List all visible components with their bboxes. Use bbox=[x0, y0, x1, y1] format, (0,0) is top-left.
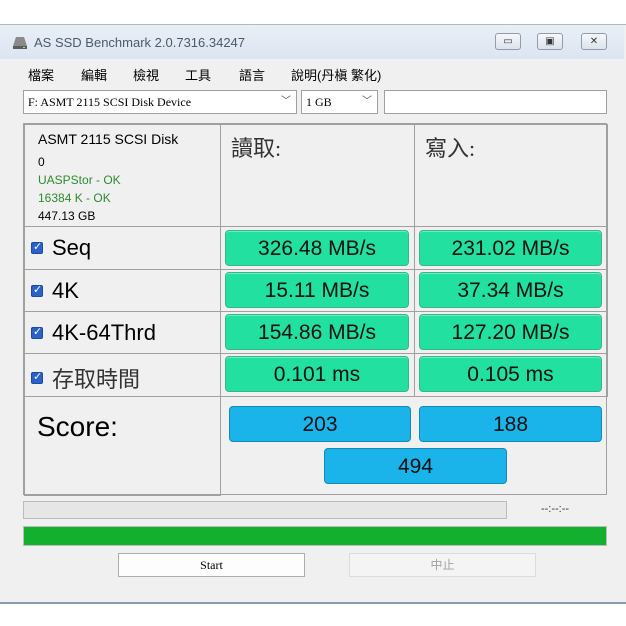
capacity-text: 447.13 GB bbox=[38, 209, 96, 223]
row-4k-label[interactable]: 4K bbox=[31, 278, 79, 304]
score-read: 203 bbox=[229, 406, 411, 442]
row-access-read-cell: 0.101 ms bbox=[220, 353, 415, 397]
menu-help[interactable]: 說明(丹槇 繁化) bbox=[291, 65, 381, 84]
menu-view[interactable]: 檢視 bbox=[133, 65, 159, 84]
seq-write-value: 231.02 MB/s bbox=[419, 230, 602, 266]
4k-read-value: 15.11 MB/s bbox=[225, 272, 409, 308]
menu-language[interactable]: 語言 bbox=[239, 65, 265, 84]
row-4k-label-cell[interactable]: 4K bbox=[24, 269, 221, 312]
checkbox-4k64[interactable] bbox=[31, 325, 43, 339]
close-button[interactable]: ✕ bbox=[581, 33, 607, 50]
alignment-status: 16384 K - OK bbox=[38, 191, 111, 205]
elapsed-time: --:--:-- bbox=[540, 503, 570, 515]
stop-button[interactable]: 中止 bbox=[349, 553, 536, 577]
small-progress-bar bbox=[23, 501, 507, 519]
device-name: ASMT 2115 SCSI Disk bbox=[38, 131, 179, 147]
checkbox-access[interactable] bbox=[31, 370, 43, 384]
row-label-text: 4K bbox=[52, 278, 79, 303]
chevron-down-icon: ﹀ bbox=[281, 96, 291, 107]
write-header: 寫入: bbox=[425, 136, 476, 161]
window-title: AS SSD Benchmark 2.0.7316.34247 bbox=[34, 35, 246, 50]
size-select-value: 1 GB bbox=[306, 95, 332, 109]
row-4k64-read-cell: 154.86 MB/s bbox=[220, 311, 415, 354]
seq-read-value: 326.48 MB/s bbox=[225, 230, 409, 266]
row-access-label-cell[interactable]: 存取時間 bbox=[24, 353, 221, 397]
score-write: 188 bbox=[419, 406, 602, 442]
row-label-text: 4K-64Thrd bbox=[52, 320, 156, 345]
row-4k-write-cell: 37.34 MB/s bbox=[414, 269, 608, 312]
minimize-button[interactable]: ▭ bbox=[495, 33, 521, 50]
drive-select[interactable]: F: ASMT 2115 SCSI Disk Device ﹀ bbox=[23, 90, 297, 114]
main-progress-bar bbox=[23, 526, 607, 546]
row-label-text: 存取時間 bbox=[52, 368, 141, 393]
device-info-cell: ASMT 2115 SCSI Disk 0 UASPStor - OK 1638… bbox=[24, 124, 221, 227]
menu-file[interactable]: 檔案 bbox=[28, 65, 54, 84]
4k64-write-value: 127.20 MB/s bbox=[419, 314, 602, 350]
results-panel: ASMT 2115 SCSI Disk 0 UASPStor - OK 1638… bbox=[23, 123, 608, 496]
menu-tools[interactable]: 工具 bbox=[185, 65, 211, 84]
menu-edit[interactable]: 編輯 bbox=[81, 65, 107, 84]
4k64-read-value: 154.86 MB/s bbox=[225, 314, 409, 350]
chevron-down-icon: ﹀ bbox=[362, 96, 372, 107]
title-bar[interactable]: AS SSD Benchmark 2.0.7316.34247 ▭ ▣ ✕ bbox=[0, 25, 624, 59]
write-header-cell: 寫入: bbox=[414, 124, 608, 227]
disk-icon bbox=[13, 37, 27, 49]
access-write-value: 0.105 ms bbox=[419, 356, 602, 392]
row-access-write-cell: 0.105 ms bbox=[414, 353, 608, 397]
score-total: 494 bbox=[324, 448, 507, 484]
score-label-cell: Score: bbox=[24, 396, 221, 496]
read-header-cell: 讀取: bbox=[220, 124, 415, 227]
text-field[interactable] bbox=[384, 90, 607, 114]
checkbox-seq[interactable] bbox=[31, 240, 43, 254]
row-seq-read-cell: 326.48 MB/s bbox=[220, 226, 415, 270]
row-4k64-label-cell[interactable]: 4K-64Thrd bbox=[24, 311, 221, 354]
driver-status: UASPStor - OK bbox=[38, 173, 121, 187]
row-seq-label-cell[interactable]: Seq bbox=[24, 226, 221, 270]
row-seq-label[interactable]: Seq bbox=[31, 235, 91, 261]
4k-write-value: 37.34 MB/s bbox=[419, 272, 602, 308]
menu-bar: 檔案 編輯 檢視 工具 語言 說明(丹槇 繁化) bbox=[0, 61, 624, 85]
score-label: Score: bbox=[37, 411, 118, 442]
access-read-value: 0.101 ms bbox=[225, 356, 409, 392]
row-4k64-label[interactable]: 4K-64Thrd bbox=[31, 320, 156, 346]
row-seq-write-cell: 231.02 MB/s bbox=[414, 226, 608, 270]
row-4k-read-cell: 15.11 MB/s bbox=[220, 269, 415, 312]
app-window: AS SSD Benchmark 2.0.7316.34247 ▭ ▣ ✕ 檔案… bbox=[0, 24, 626, 604]
drive-select-value: F: ASMT 2115 SCSI Disk Device bbox=[28, 95, 192, 109]
size-select[interactable]: 1 GB ﹀ bbox=[301, 90, 378, 114]
device-line2: 0 bbox=[38, 155, 45, 169]
start-button[interactable]: Start bbox=[118, 553, 305, 577]
maximize-button[interactable]: ▣ bbox=[537, 33, 563, 50]
row-access-label[interactable]: 存取時間 bbox=[31, 362, 140, 394]
row-4k64-write-cell: 127.20 MB/s bbox=[414, 311, 608, 354]
checkbox-4k[interactable] bbox=[31, 283, 43, 297]
read-header: 讀取: bbox=[231, 136, 282, 161]
main-progress-fill bbox=[24, 527, 606, 545]
row-label-text: Seq bbox=[52, 235, 92, 260]
